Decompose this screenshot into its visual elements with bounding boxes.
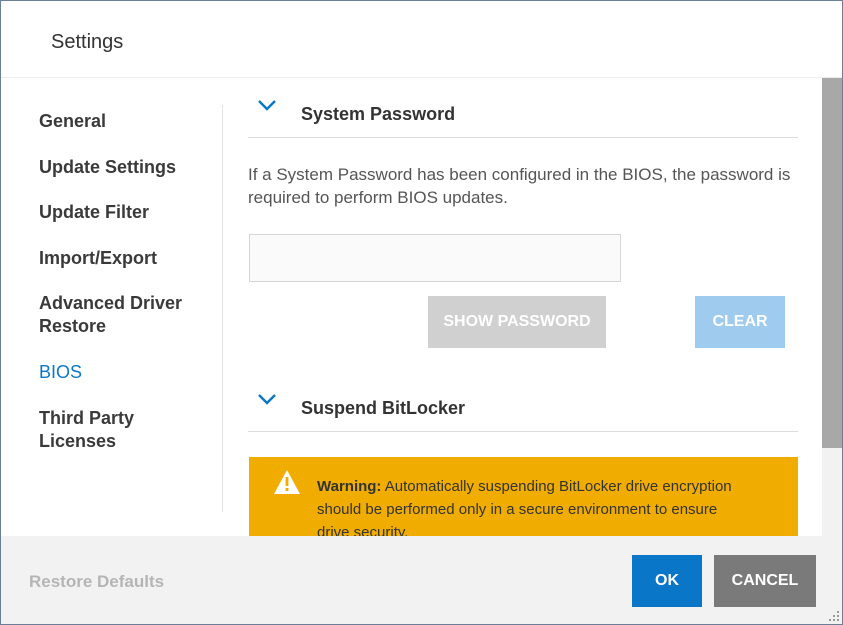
warning-message: Warning: Automatically suspending BitLoc… — [317, 475, 747, 536]
bios-settings-panel: System Password If a System Password has… — [223, 78, 821, 536]
settings-sidebar: General Update Settings Update Filter Im… — [1, 78, 223, 512]
sidebar-item-bios[interactable]: BIOS — [39, 361, 209, 384]
warning-label: Warning: — [317, 478, 382, 495]
system-password-description: If a System Password has been configured… — [248, 165, 791, 207]
dialog-header: Settings — [1, 1, 842, 78]
sidebar-item-update-filter[interactable]: Update Filter — [39, 201, 209, 224]
cancel-button[interactable]: CANCEL — [714, 555, 816, 607]
sidebar-item-import-export[interactable]: Import/Export — [39, 247, 209, 270]
sidebar-item-advanced-driver-restore[interactable]: Advanced Driver Restore — [39, 292, 189, 338]
system-password-title: System Password — [301, 104, 456, 124]
sidebar-item-third-party-licenses[interactable]: Third Party Licenses — [39, 407, 149, 453]
dialog-footer: Restore Defaults OK CANCEL — [1, 536, 842, 624]
clear-button[interactable]: CLEAR — [695, 296, 785, 348]
settings-dialog: Settings General Update Settings Update … — [0, 0, 843, 625]
scrollbar-thumb[interactable] — [822, 78, 842, 448]
system-password-section-header[interactable]: System Password — [248, 78, 798, 138]
sidebar-item-general[interactable]: General — [39, 110, 209, 133]
chevron-down-icon[interactable] — [256, 96, 278, 112]
system-password-input[interactable] — [249, 234, 621, 282]
chevron-down-icon[interactable] — [256, 390, 278, 406]
bitlocker-warning-banner: Warning: Automatically suspending BitLoc… — [249, 457, 798, 536]
sidebar-item-update-settings[interactable]: Update Settings — [39, 156, 209, 179]
suspend-bitlocker-title: Suspend BitLocker — [301, 398, 466, 418]
show-password-button[interactable]: SHOW PASSWORD — [428, 296, 606, 348]
warning-icon — [274, 470, 300, 494]
ok-button[interactable]: OK — [632, 555, 702, 607]
resize-grip-icon[interactable] — [826, 608, 840, 622]
dialog-title: Settings — [51, 31, 124, 53]
restore-defaults-link[interactable]: Restore Defaults — [29, 572, 164, 592]
suspend-bitlocker-section-header[interactable]: Suspend BitLocker — [248, 372, 798, 432]
vertical-scrollbar[interactable] — [822, 78, 842, 536]
